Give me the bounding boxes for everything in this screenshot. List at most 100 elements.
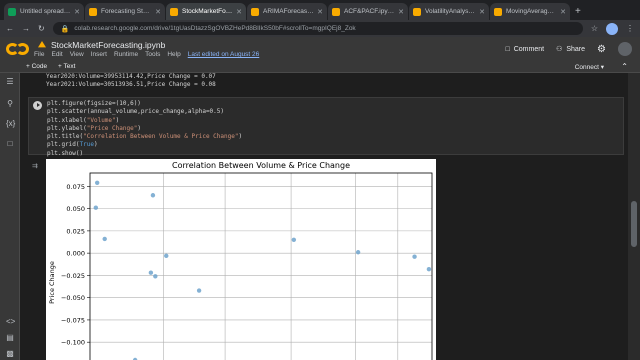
menu-item-insert[interactable]: Insert (91, 51, 107, 58)
share-button[interactable]: ⚇ Share (556, 45, 585, 54)
code-line: plt.grid(True) (47, 141, 98, 149)
code-line: plt.xlabel("Volume") (47, 116, 120, 124)
url-field[interactable]: 🔒 colab.research.google.com/drive/1tgUas… (52, 22, 583, 35)
scrollbar-thumb[interactable] (631, 201, 637, 247)
y-tick-label: −0.050 (61, 294, 85, 302)
close-icon[interactable]: ✕ (155, 8, 161, 16)
back-icon[interactable]: ← (6, 24, 14, 33)
code-line: plt.figure(figsize=(10,6)) (47, 100, 141, 107)
menu-item-view[interactable]: View (70, 51, 84, 58)
data-point (355, 250, 361, 255)
code-snippets-icon[interactable]: <> (6, 317, 15, 326)
command-palette-icon[interactable]: ▤ (6, 333, 14, 342)
close-icon[interactable]: ✕ (560, 8, 566, 16)
run-cell-button[interactable] (33, 101, 42, 110)
add-text-button[interactable]: + Text (58, 63, 75, 70)
comment-button[interactable]: □ Comment (505, 46, 544, 53)
tab-title: VolatilityAnalysis.ipy (425, 8, 476, 15)
browser-menu-icon[interactable]: ⋮ (626, 24, 634, 33)
code-line: plt.scatter(annual_volume,price_change,a… (47, 108, 225, 116)
data-point (196, 288, 202, 293)
tab-favicon-icon (170, 7, 178, 16)
close-icon[interactable]: ✕ (236, 8, 242, 16)
gear-icon[interactable]: ⚙ (597, 44, 606, 55)
close-icon[interactable]: ✕ (74, 8, 80, 16)
vertical-scrollbar[interactable] (628, 73, 640, 360)
data-point (426, 266, 432, 272)
y-tick-label: 0.075 (66, 183, 85, 191)
browser-tab[interactable]: Untitled spreadsheet✕ (4, 3, 84, 20)
data-point (102, 236, 107, 242)
url-text: colab.research.google.com/drive/1tgUasDt… (74, 25, 356, 32)
comment-icon: □ (505, 45, 510, 53)
tab-title: ACF&PACF.ipynb - C (344, 8, 395, 15)
tab-title: StockMarketForecast (182, 8, 233, 15)
notebook-title[interactable]: StockMarketForecasting.ipynb (38, 40, 165, 50)
y-tick-label: −0.075 (61, 316, 85, 324)
previous-cell-output: Year2020:Volume=39953114.42,Price Change… (46, 73, 216, 89)
files-icon[interactable]: □ (6, 139, 14, 148)
menu-item-help[interactable]: Help (167, 51, 180, 58)
close-icon[interactable]: ✕ (479, 8, 485, 16)
browser-tab[interactable]: ACF&PACF.ipynb - C✕ (328, 3, 408, 20)
menu-icon[interactable]: ☰ (6, 77, 14, 86)
new-tab-button[interactable]: + (575, 3, 581, 20)
browser-tab[interactable]: StockMarketForecast✕ (166, 3, 246, 20)
menu-bar: File Edit View Insert Runtime Tools Help Last e… (34, 51, 259, 58)
menu-item-file[interactable]: File (34, 51, 44, 58)
menu-item-tools[interactable]: Tools (145, 51, 160, 58)
y-tick-label: 0.000 (66, 250, 85, 258)
scatter-plot: Correlation Between Volume & Price Chang… (48, 161, 433, 360)
add-code-button[interactable]: + Code (26, 63, 47, 70)
scatter-plot-output: Correlation Between Volume & Price Chang… (46, 159, 436, 360)
browser-address-bar: ← → ↻ 🔒 colab.research.google.com/drive/… (0, 20, 640, 37)
data-point (153, 274, 158, 279)
notebook-title-text: StockMarketForecasting.ipynb (51, 40, 166, 50)
drive-icon (38, 41, 46, 48)
output-toggle-icon[interactable]: ⇉ (32, 162, 38, 170)
menu-item-edit[interactable]: Edit (51, 51, 62, 58)
browser-tab[interactable]: MovingAverage.ipyn✕ (490, 3, 570, 20)
browser-tab[interactable]: Forecasting Stock Pr✕ (85, 3, 165, 20)
data-point (94, 180, 100, 185)
code-editor[interactable]: plt.figure(figsize=(10,6)) plt.scatter(an… (47, 100, 242, 158)
plot-frame (89, 172, 433, 360)
tab-favicon-icon (413, 7, 421, 16)
data-point (93, 205, 99, 210)
y-tick-label: 0.050 (66, 205, 85, 213)
comment-label: Comment (513, 45, 545, 53)
browser-tab[interactable]: ARIMAForecastingBit✕ (247, 3, 327, 20)
forward-icon[interactable]: → (22, 24, 30, 33)
tab-favicon-icon (494, 7, 502, 16)
tab-title: Untitled spreadsheet (20, 8, 71, 15)
avatar[interactable] (618, 42, 632, 56)
edit-pencil-icon[interactable]: ⌃ (621, 62, 628, 71)
data-point (150, 193, 156, 198)
code-cell[interactable]: plt.figure(figsize=(10,6)) plt.scatter(an… (28, 97, 624, 158)
notebook-content: Year2020:Volume=39953114.42,Price Change… (20, 73, 628, 360)
browser-profile-avatar[interactable] (606, 22, 618, 35)
tab-favicon-icon (89, 7, 97, 16)
colab-logo[interactable] (6, 43, 30, 55)
bookmark-star-icon[interactable]: ☆ (591, 24, 598, 33)
connect-label: Connect (574, 64, 599, 71)
last-edited-link[interactable]: Last edited on August 26 (188, 51, 260, 58)
tab-title: MovingAverage.ipyn (506, 8, 557, 15)
code-line: plt.show() (47, 149, 84, 157)
y-axis-label: Price Change (48, 261, 56, 304)
browser-tab[interactable]: VolatilityAnalysis.ipy✕ (409, 3, 489, 20)
terminal-icon[interactable]: ▩ (6, 349, 14, 358)
close-icon[interactable]: ✕ (317, 8, 323, 16)
variables-icon[interactable]: {x} (6, 119, 15, 128)
tab-favicon-icon (332, 7, 340, 16)
code-line: plt.ylabel("Price Change") (47, 124, 141, 132)
reload-icon[interactable]: ↻ (38, 24, 45, 33)
menu-item-runtime[interactable]: Runtime (114, 51, 138, 58)
close-icon[interactable]: ✕ (398, 8, 404, 16)
connect-button[interactable]: Connect ▾ (575, 63, 604, 71)
search-icon[interactable]: ⚲ (6, 99, 14, 108)
data-point (148, 270, 154, 275)
y-tick-label: 0.025 (66, 227, 85, 235)
colab-header: StockMarketForecasting.ipynb File Edit Vie… (0, 37, 640, 61)
output-line: Year2020:Volume=39953114.42,Price Change… (46, 73, 216, 80)
